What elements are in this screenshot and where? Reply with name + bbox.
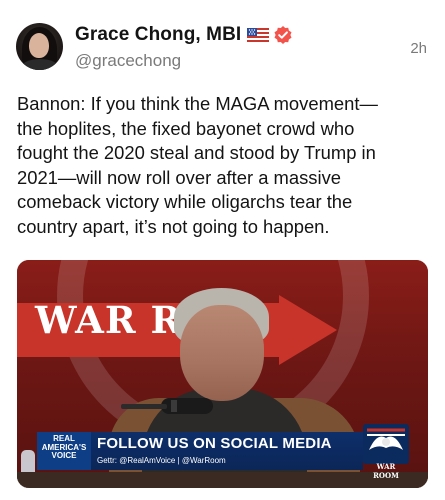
post-text: Bannon: If you think the MAGA movement— … — [17, 93, 378, 237]
real-americas-voice-logo: REAL AMERICA'S VOICE — [37, 432, 91, 470]
us-flag-icon — [247, 27, 270, 43]
avatar[interactable] — [16, 23, 63, 70]
post-timestamp: 2h — [410, 40, 427, 57]
user-handle[interactable]: @gracechong — [75, 51, 181, 71]
speaker-head — [180, 305, 264, 401]
post-video-media[interactable]: WAR R REAL AMERICA'S VOICE FOLLOW US ON … — [17, 260, 428, 488]
avatar-face — [29, 33, 49, 58]
lower-third-bar: FOLLOW US ON SOCIAL MEDIA Gettr: @RealAm… — [91, 432, 363, 470]
war-room-sign-text: WAR R — [35, 298, 183, 342]
post-header: Grace Chong, MBI @gracechong 2h — [0, 0, 445, 80]
verified-badge-icon — [273, 25, 293, 45]
war-room-label: WAR ROOM — [373, 462, 399, 480]
lower-third-title: FOLLOW US ON SOCIAL MEDIA — [97, 435, 332, 452]
lower-third-subtitle: Gettr: @RealAmVoice | @WarRoom — [97, 456, 226, 465]
microphone-icon — [121, 398, 213, 414]
display-name[interactable]: Grace Chong, MBI — [75, 24, 241, 46]
name-row: Grace Chong, MBI — [75, 23, 293, 47]
war-room-eagle-logo: WAR ROOM — [363, 424, 409, 480]
lower-third-banner: REAL AMERICA'S VOICE FOLLOW US ON SOCIAL… — [37, 424, 409, 480]
